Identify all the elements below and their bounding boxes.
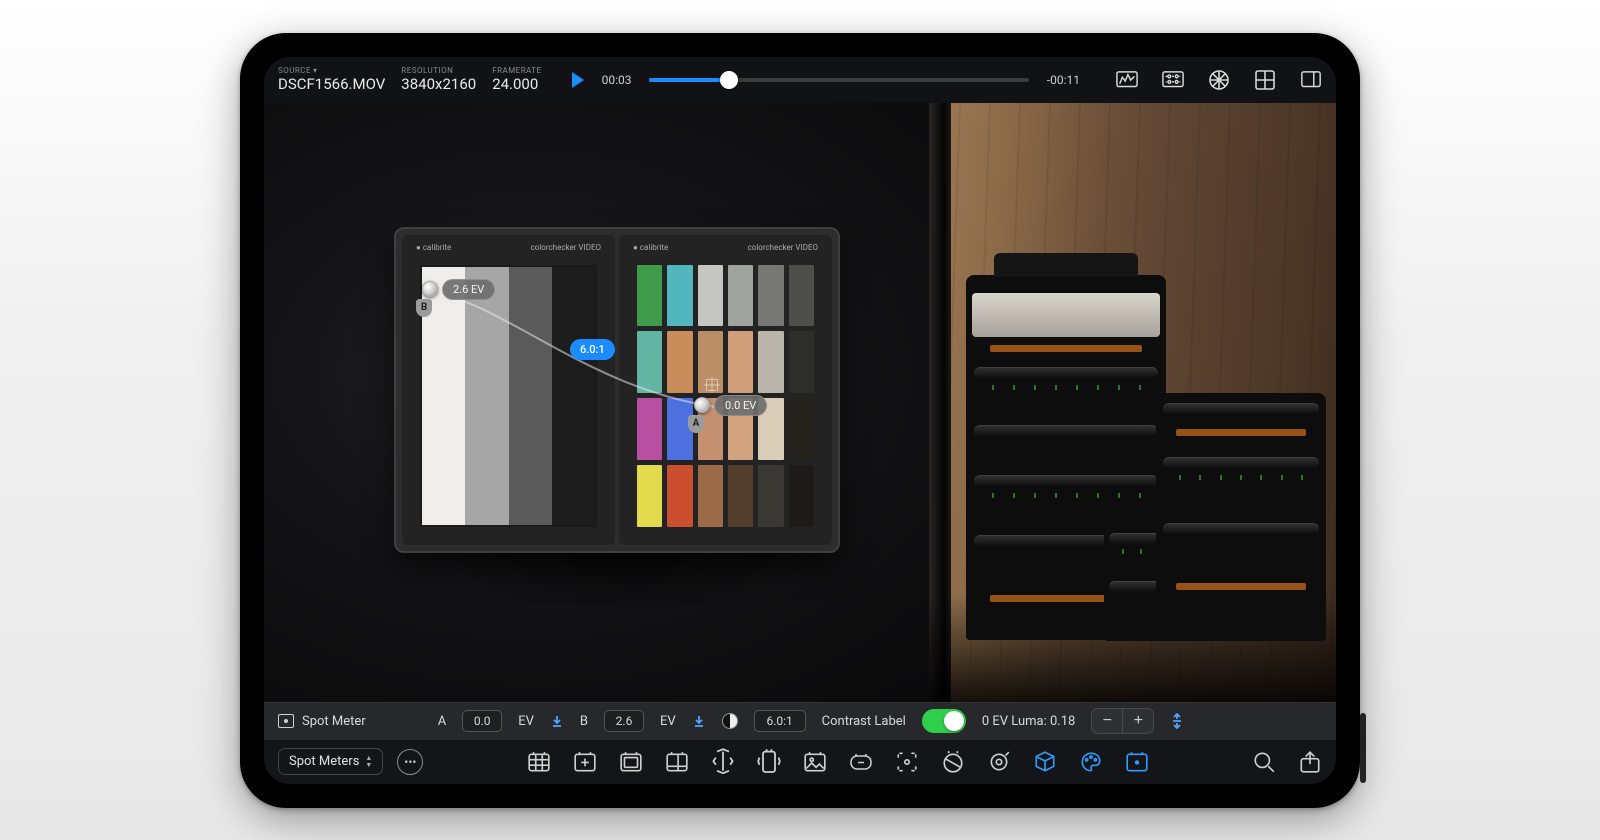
image-overlay-icon[interactable] xyxy=(803,751,827,773)
color-checker: ● calibrite colorchecker VIDEO ● calibri… xyxy=(394,227,840,553)
chevron-down-icon: ▾ xyxy=(313,66,318,75)
aspect-overlay-icon[interactable] xyxy=(665,751,689,773)
rotate-icon[interactable] xyxy=(757,751,781,773)
sidebar-toggle-icon[interactable] xyxy=(1300,69,1322,91)
spot-a-label: A xyxy=(438,714,446,729)
false-color-icon[interactable] xyxy=(941,751,965,773)
spot-b-ev-label: EV xyxy=(660,714,676,729)
contrast-label-text: Contrast Label xyxy=(822,714,906,729)
luma-decrement-button[interactable]: − xyxy=(1092,709,1122,733)
flip-vertical-icon[interactable] xyxy=(711,751,735,773)
more-options-button[interactable]: ••• xyxy=(397,749,423,775)
time-remaining: -00:11 xyxy=(1047,73,1080,87)
resolution-label: RESOLUTION xyxy=(401,66,476,75)
histogram-icon[interactable] xyxy=(1116,69,1138,91)
cc-prod-bold-l: checker xyxy=(548,243,576,252)
spot-meter-title: Spot Meter xyxy=(302,714,366,729)
mode-select[interactable]: Spot Meters ▲▼ xyxy=(278,748,383,775)
source-filename: DSCF1566.MOV xyxy=(278,75,385,93)
mode-select-value: Spot Meters xyxy=(289,754,359,769)
export-icon[interactable] xyxy=(1298,751,1322,773)
framerate-meta: FRAMERATE 24.000 xyxy=(492,66,541,93)
adjustments-icon[interactable] xyxy=(1162,69,1184,91)
select-chevrons-icon: ▲▼ xyxy=(365,755,372,769)
top-bar: SOURCE▾ DSCF1566.MOV RESOLUTION 3840x216… xyxy=(264,57,1336,103)
marker-b-label: B xyxy=(416,299,432,317)
lut-cube-icon[interactable] xyxy=(1033,751,1057,773)
cc-prod-pre-l: color xyxy=(531,243,549,252)
marker-b-pin[interactable] xyxy=(422,281,438,297)
video-viewport[interactable]: ● calibrite colorchecker VIDEO ● calibri… xyxy=(264,103,1336,702)
grid-overlay-icon[interactable] xyxy=(527,751,551,773)
spot-meter-bar: Spot Meter A 0.0 EV B 2.6 EV 6.0:1 Contr… xyxy=(264,702,1336,740)
spot-meter-target-icon[interactable] xyxy=(1125,751,1149,773)
marker-b[interactable]: 2.6 EV xyxy=(422,279,495,300)
framerate-value: 24.000 xyxy=(492,75,541,93)
contrast-ratio-value[interactable]: 6.0:1 xyxy=(754,710,806,732)
add-marker-icon[interactable] xyxy=(573,751,597,773)
marker-a[interactable]: 0.0 EV xyxy=(694,395,767,416)
focus-assist-icon[interactable] xyxy=(895,751,919,773)
cc-prod-suf-l: VIDEO xyxy=(576,243,601,252)
play-button[interactable] xyxy=(572,72,584,88)
spot-b-label: B xyxy=(580,714,588,729)
marker-a-ev-badge: 0.0 EV xyxy=(714,395,767,416)
spot-a-value[interactable]: 0.0 xyxy=(462,710,502,732)
framerate-label: FRAMERATE xyxy=(492,66,541,75)
spot-a-ev-label: EV xyxy=(518,714,534,729)
ratio-badge: 6.0:1 xyxy=(570,339,615,360)
search-icon[interactable] xyxy=(1252,751,1276,773)
link-icon[interactable] xyxy=(849,751,873,773)
cc-prod-pre-r: color xyxy=(748,243,766,252)
time-elapsed: 00:03 xyxy=(602,73,632,87)
scrubber-knob[interactable] xyxy=(720,71,738,89)
marker-a-label: A xyxy=(688,415,704,433)
source-label: SOURCE xyxy=(278,66,311,75)
scrubber-track xyxy=(649,78,1028,82)
safe-area-icon[interactable] xyxy=(619,751,643,773)
app-screen: SOURCE▾ DSCF1566.MOV RESOLUTION 3840x216… xyxy=(264,57,1336,784)
contrast-icon xyxy=(722,713,738,729)
tool-row xyxy=(437,751,1238,773)
center-align-icon[interactable] xyxy=(1170,714,1184,728)
marker-b-ev-badge: 2.6 EV xyxy=(442,279,495,300)
cc-brand-right: calibrite xyxy=(640,243,668,252)
bottom-bar: Spot Meters ▲▼ ••• xyxy=(264,740,1336,784)
cc-brand-left: calibrite xyxy=(423,243,451,252)
spot-b-value[interactable]: 2.6 xyxy=(604,710,644,732)
resolution-value: 3840x2160 xyxy=(401,75,476,93)
marker-a-pin[interactable] xyxy=(694,397,710,413)
contrast-label-toggle[interactable] xyxy=(922,709,966,733)
color-palette-icon[interactable] xyxy=(1079,751,1103,773)
source-meta[interactable]: SOURCE▾ DSCF1566.MOV xyxy=(278,66,385,93)
crosshair-icon xyxy=(706,379,718,391)
resolution-meta: RESOLUTION 3840x2160 xyxy=(401,66,476,93)
luma-stepper: − + xyxy=(1091,708,1154,734)
spot-meter-icon xyxy=(278,714,294,728)
lens-medium xyxy=(1156,393,1326,641)
device-frame: SOURCE▾ DSCF1566.MOV RESOLUTION 3840x216… xyxy=(240,33,1360,808)
download-b-icon[interactable] xyxy=(692,714,706,728)
luma-increment-button[interactable]: + xyxy=(1123,709,1153,733)
download-a-icon[interactable] xyxy=(550,714,564,728)
color-wheel-icon[interactable] xyxy=(1208,69,1230,91)
exposure-icon[interactable] xyxy=(987,751,1011,773)
timeline-scrubber[interactable] xyxy=(649,70,1028,90)
grid-icon[interactable] xyxy=(1254,69,1276,91)
cc-prod-bold-r: checker xyxy=(765,243,793,252)
luma-readout: 0 EV Luma: 0.18 xyxy=(982,714,1076,729)
cc-prod-suf-r: VIDEO xyxy=(793,243,818,252)
